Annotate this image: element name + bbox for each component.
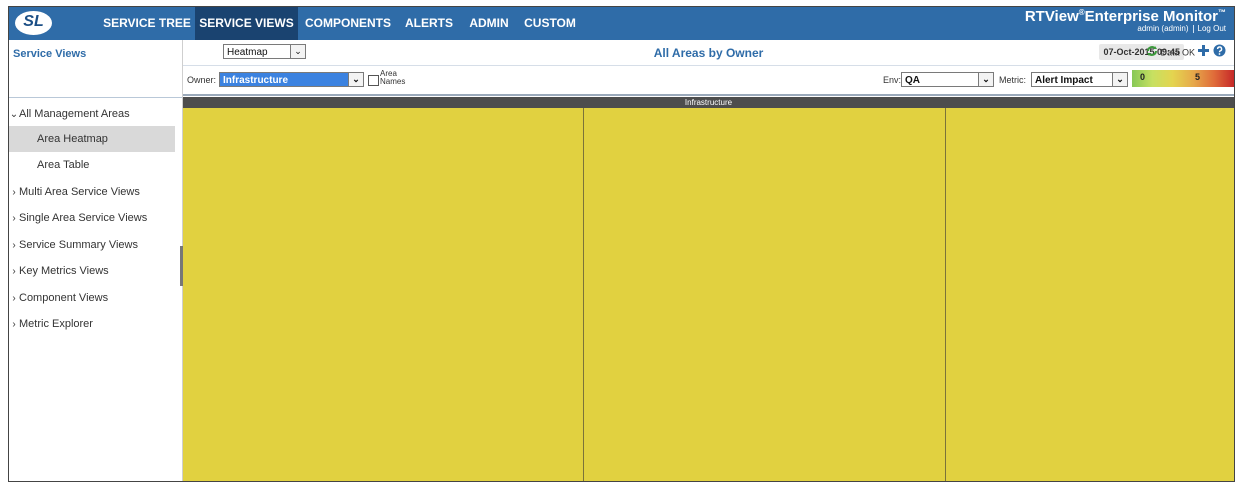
user-name: admin (admin) xyxy=(1137,24,1189,33)
sidebar-item-component-views[interactable]: › Component Views xyxy=(9,285,175,311)
sidebar-item-label: Multi Area Service Views xyxy=(19,186,140,198)
sidebar-item-label: All Management Areas xyxy=(19,108,130,120)
sl-logo: SL xyxy=(15,11,52,35)
sidebar-item-multi-area-service-views[interactable]: › Multi Area Service Views xyxy=(9,179,175,205)
sidebar-divider xyxy=(9,97,182,98)
heatmap-cell[interactable] xyxy=(183,108,584,481)
env-value: QA xyxy=(905,75,920,86)
nav-custom[interactable]: CUSTOM xyxy=(518,7,582,40)
sidebar-item-service-summary-views[interactable]: › Service Summary Views xyxy=(9,232,175,258)
env-select[interactable]: QA ⌄ xyxy=(901,72,994,87)
sidebar-item-metric-explorer[interactable]: › Metric Explorer xyxy=(9,311,175,337)
refresh-icon[interactable] xyxy=(1146,45,1158,62)
chevron-right-icon: › xyxy=(12,266,16,277)
chevron-right-icon: › xyxy=(12,293,16,304)
data-status: Data OK xyxy=(1146,44,1226,60)
owner-select[interactable]: Infrastructure ⌄ xyxy=(219,72,364,87)
sidebar-item-area-table[interactable]: Area Table xyxy=(9,152,175,178)
brand-block: RTView®Enterprise Monitor™ admin (admin)… xyxy=(1025,8,1226,33)
app-window: SL SERVICE TREE SERVICE VIEWS COMPONENTS… xyxy=(8,6,1235,482)
chevron-right-icon: › xyxy=(12,319,16,330)
metric-value: Alert Impact xyxy=(1035,75,1093,86)
user-separator xyxy=(1192,24,1194,33)
heatmap-group-header: Infrastructure xyxy=(183,97,1234,108)
help-icon[interactable] xyxy=(1213,44,1226,62)
chevron-right-icon: › xyxy=(12,240,16,251)
view-header: Heatmap ⌄ All Areas by Owner 07-Oct-2015… xyxy=(183,40,1234,66)
sidebar-item-label: Key Metrics Views xyxy=(19,265,109,277)
nav-alerts[interactable]: ALERTS xyxy=(398,7,460,40)
data-status-text: Data OK xyxy=(1160,47,1195,58)
chevron-down-icon: ⌄ xyxy=(9,109,19,120)
area-names-label: Area Names xyxy=(380,70,405,86)
sidebar-item-label: Single Area Service Views xyxy=(19,212,148,224)
area-names-checkbox[interactable] xyxy=(368,75,379,86)
color-scale-legend: 0 5 xyxy=(1132,70,1234,87)
chevron-down-icon: ⌄ xyxy=(348,73,363,86)
user-bar: admin (admin) Log Out xyxy=(1025,24,1226,33)
scale-min-label: 0 xyxy=(1140,72,1146,82)
chevron-down-icon: ⌄ xyxy=(1112,73,1127,86)
area-names-label-line2: Names xyxy=(380,77,406,86)
brand-product: Enterprise Monitor xyxy=(1084,8,1218,25)
sidebar-item-area-heatmap[interactable]: Area Heatmap xyxy=(9,126,175,152)
logo-text: SL xyxy=(23,13,44,30)
sidebar-item-label: Area Heatmap xyxy=(37,133,108,145)
sidebar-title: Service Views xyxy=(13,48,87,60)
sidebar-item-key-metrics-views[interactable]: › Key Metrics Views xyxy=(9,258,175,284)
owner-value: Infrastructure xyxy=(223,75,289,86)
page-title: All Areas by Owner xyxy=(653,46,764,60)
brand-tm-mark: ™ xyxy=(1218,8,1226,17)
sidebar-item-label: Metric Explorer xyxy=(19,318,93,330)
chevron-down-icon: ⌄ xyxy=(978,73,993,86)
scale-mid-label: 5 xyxy=(1195,72,1201,82)
heatmap xyxy=(183,108,1234,481)
chevron-right-icon: › xyxy=(12,213,16,224)
sidebar-item-label: Component Views xyxy=(19,292,109,304)
filter-bar: Owner: Infrastructure ⌄ Area Names Env: … xyxy=(183,66,1234,96)
sidebar-item-label: Area Table xyxy=(37,159,90,171)
brand-name: RTView xyxy=(1024,8,1079,25)
logout-link[interactable]: Log Out xyxy=(1198,24,1226,33)
chevron-right-icon: › xyxy=(12,187,16,198)
sidebar: Service Views ⌄All Management Areas Area… xyxy=(9,40,182,481)
metric-label: Metric: xyxy=(999,75,1026,85)
add-icon[interactable] xyxy=(1197,44,1210,62)
nav-components[interactable]: COMPONENTS xyxy=(299,7,397,40)
heatmap-cell[interactable] xyxy=(946,108,1234,481)
sidebar-item-label: Service Summary Views xyxy=(19,239,138,251)
owner-label: Owner: xyxy=(187,75,217,85)
nav-admin[interactable]: ADMIN xyxy=(461,7,517,40)
top-nav-bar: SL SERVICE TREE SERVICE VIEWS COMPONENTS… xyxy=(9,7,1234,40)
sidebar-item-single-area-service-views[interactable]: › Single Area Service Views xyxy=(9,205,175,231)
metric-select[interactable]: Alert Impact ⌄ xyxy=(1031,72,1128,87)
env-label: Env: xyxy=(883,75,902,85)
nav-service-views[interactable]: SERVICE VIEWS xyxy=(195,7,298,40)
brand-title: RTView®Enterprise Monitor™ xyxy=(1025,8,1226,25)
nav-service-tree[interactable]: SERVICE TREE xyxy=(100,7,194,40)
heatmap-cell[interactable] xyxy=(584,108,946,481)
sidebar-item-all-management-areas[interactable]: ⌄All Management Areas xyxy=(9,101,175,127)
